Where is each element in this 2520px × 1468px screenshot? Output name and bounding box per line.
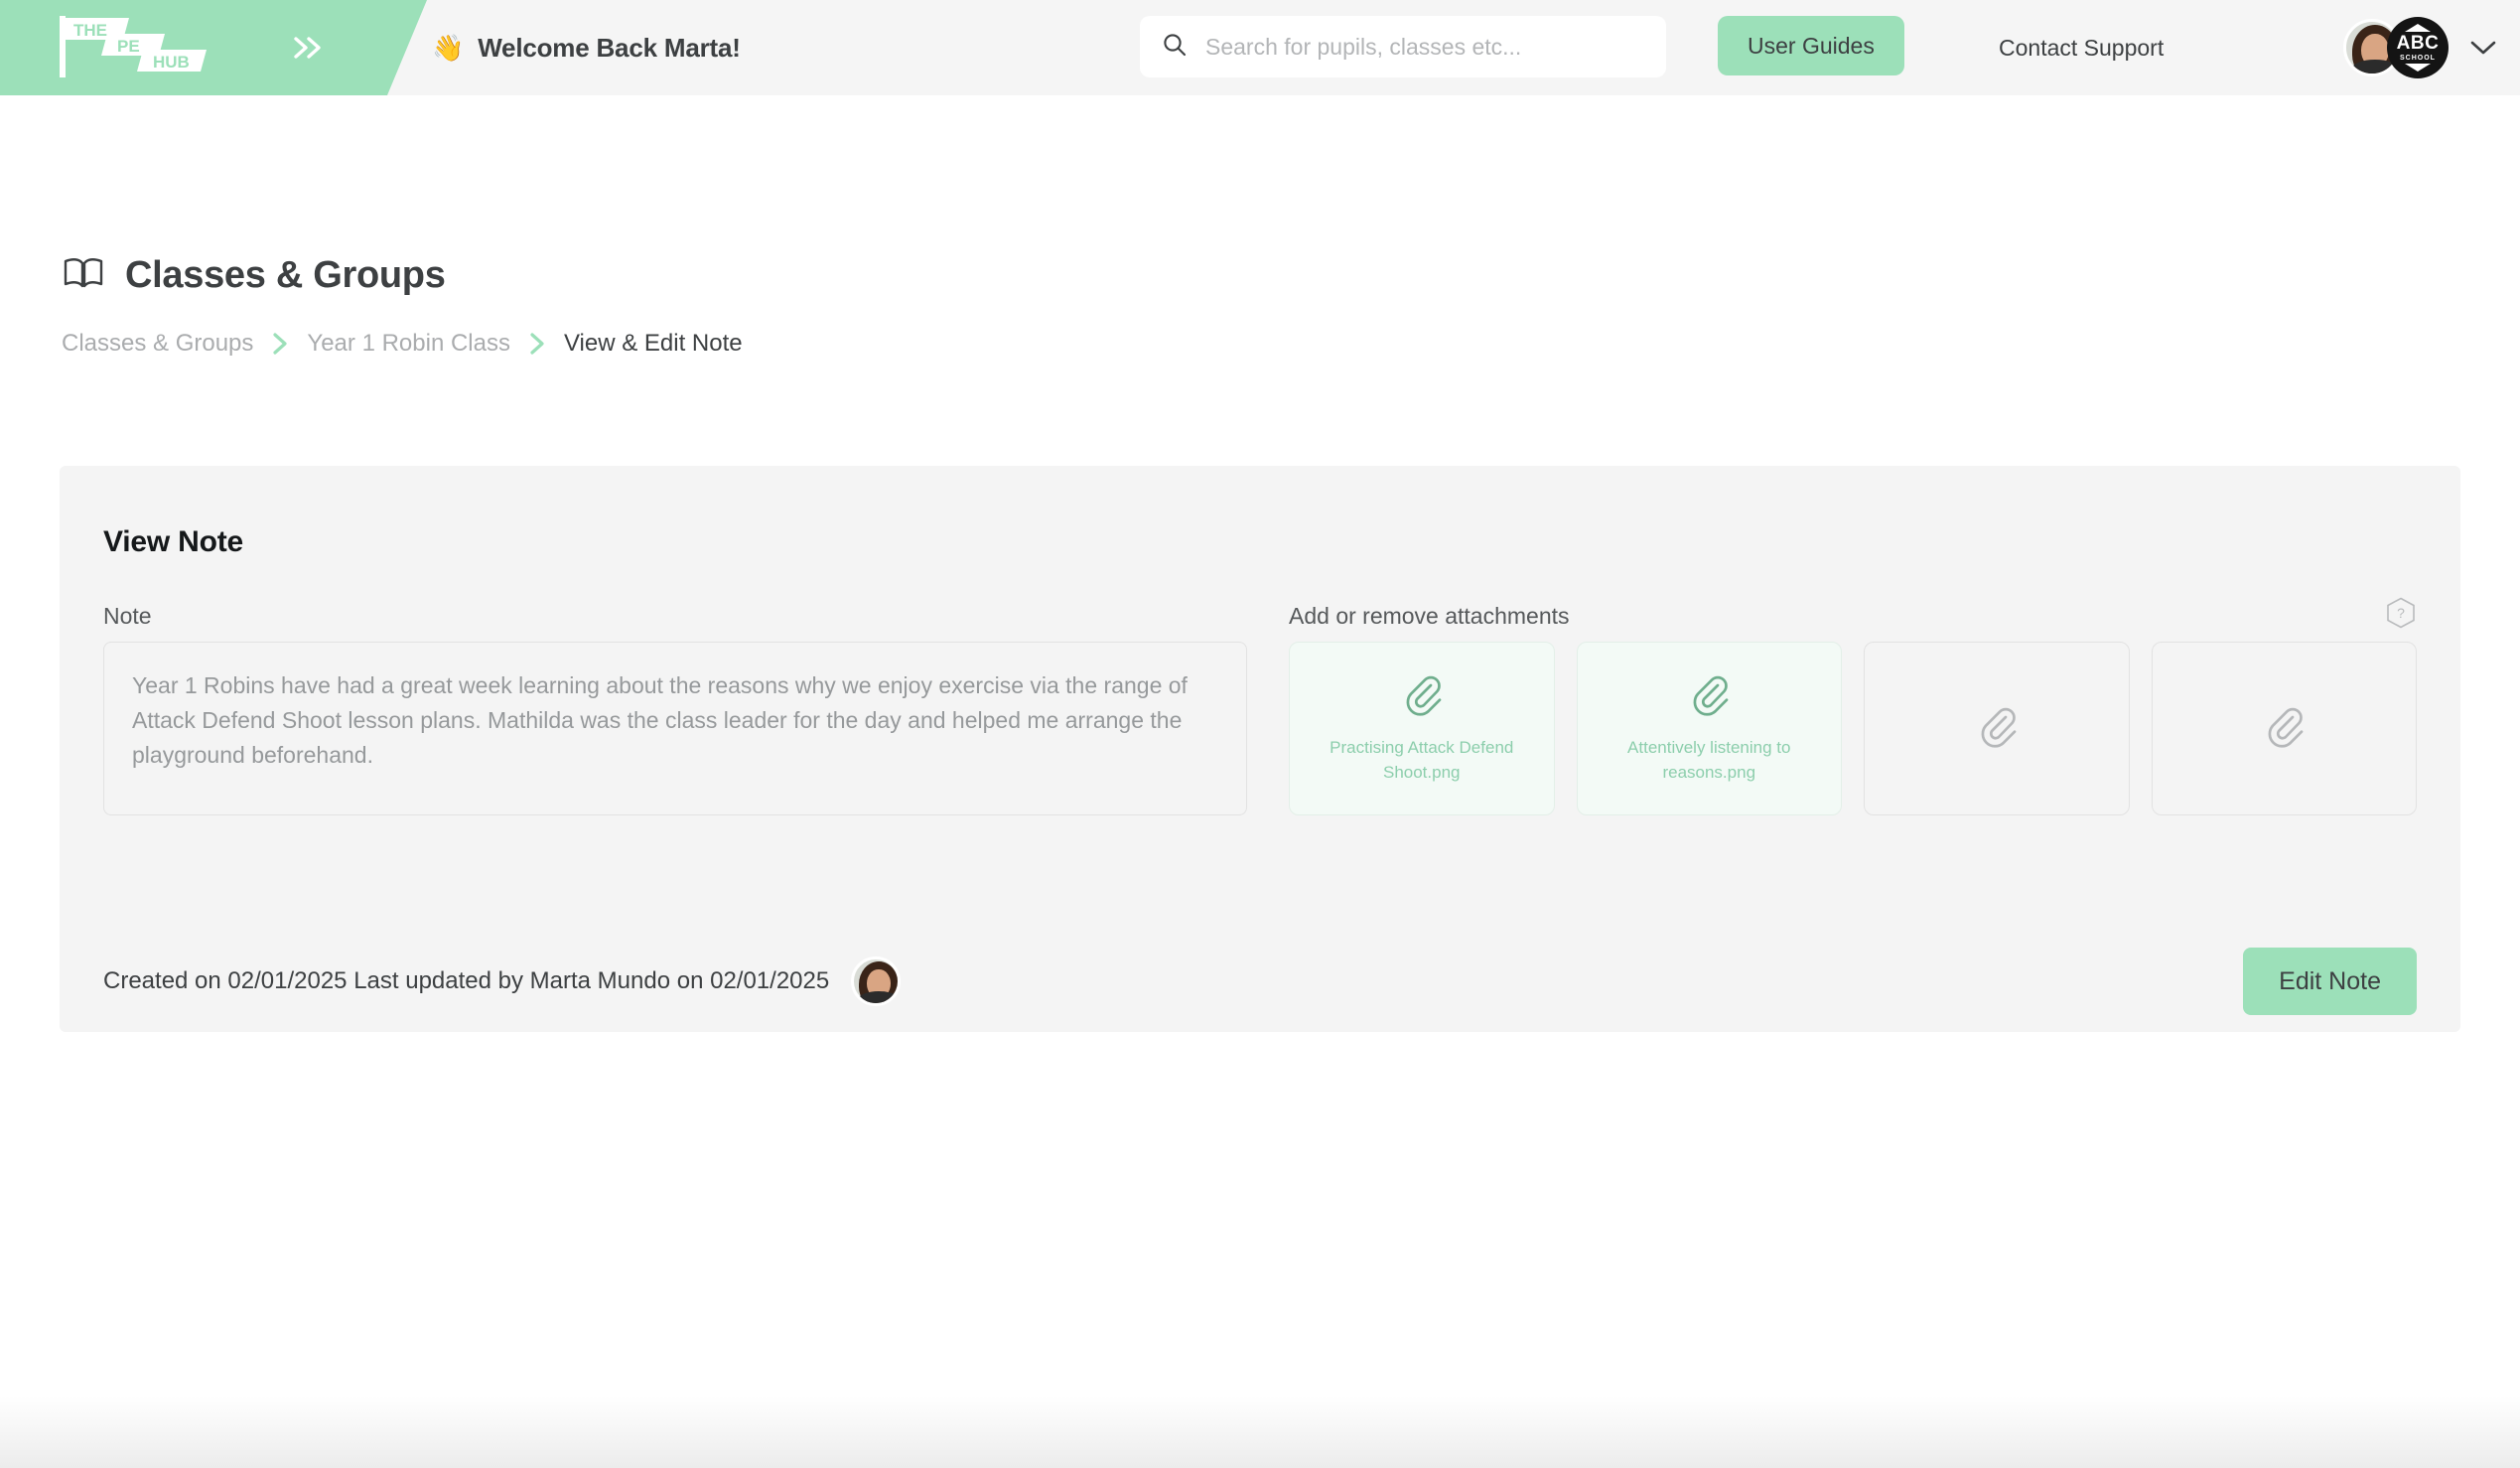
contact-support-link[interactable]: Contact Support (1999, 0, 2164, 95)
view-note-card: View Note Note Year 1 Robins have had a … (60, 466, 2460, 1032)
top-header: THE PE HUB 👋 Welcome Back Marta! Us (0, 0, 2520, 95)
svg-text:?: ? (2397, 605, 2405, 621)
double-chevron-right-icon[interactable] (283, 26, 333, 70)
search-icon (1162, 32, 1188, 63)
search-bar[interactable] (1140, 16, 1666, 77)
edit-note-button[interactable]: Edit Note (2243, 948, 2417, 1015)
school-badge-abc: ABC (2396, 33, 2440, 54)
paperclip-icon (1975, 704, 2019, 753)
note-text-display[interactable]: Year 1 Robins have had a great week lear… (103, 642, 1247, 815)
avatar (851, 956, 902, 1006)
svg-text:HUB: HUB (153, 53, 190, 72)
attachment-tile[interactable]: Attentively listening to reasons.png (1576, 642, 1842, 815)
paperclip-icon (1400, 672, 1444, 721)
page-title-text: Classes & Groups (125, 254, 446, 296)
welcome-text: Welcome Back Marta! (478, 32, 741, 63)
chevron-right-icon (526, 331, 548, 357)
waving-hand-icon: 👋 (432, 32, 465, 63)
user-guides-button[interactable]: User Guides (1718, 16, 1904, 75)
chevron-down-icon[interactable] (2468, 38, 2498, 58)
svg-text:PE: PE (117, 37, 140, 56)
card-footer: Created on 02/01/2025 Last updated by Ma… (103, 941, 2417, 1022)
breadcrumb-item-year-1-robin-class[interactable]: Year 1 Robin Class (307, 330, 510, 358)
page-title: Classes & Groups (62, 254, 446, 297)
paperclip-icon (1687, 672, 1731, 721)
attachment-slot-empty[interactable] (2151, 642, 2417, 815)
school-badge-school: SCHOOL (2400, 55, 2436, 62)
bottom-shadow (0, 1396, 2520, 1468)
attachment-name: Attentively listening to reasons.png (1627, 737, 1791, 783)
breadcrumb-item-classes-groups[interactable]: Classes & Groups (62, 330, 253, 358)
open-book-icon (62, 255, 105, 296)
attachment-tile[interactable]: Practising Attack Defend Shoot.png (1289, 642, 1555, 815)
attachment-name: Practising Attack Defend Shoot.png (1330, 737, 1514, 783)
note-field-label: Note (103, 603, 152, 629)
breadcrumb: Classes & Groups Year 1 Robin Class View… (62, 330, 743, 358)
svg-text:THE: THE (73, 21, 107, 40)
attachment-slot-empty[interactable] (1864, 642, 2130, 815)
welcome-message: 👋 Welcome Back Marta! (432, 0, 741, 95)
note-metadata: Created on 02/01/2025 Last updated by Ma… (103, 956, 902, 1006)
logo-panel: THE PE HUB (0, 0, 427, 95)
search-input[interactable] (1205, 33, 1644, 61)
attachments-label: Add or remove attachments (1289, 603, 1570, 629)
breadcrumb-item-view-edit-note: View & Edit Note (563, 330, 743, 357)
account-menu[interactable]: ABC SCHOOL (2343, 0, 2498, 95)
card-title: View Note (103, 525, 244, 558)
help-question-hexagon-icon[interactable]: ? (2386, 597, 2416, 629)
chevron-right-icon (269, 331, 291, 357)
attachments-grid: Practising Attack Defend Shoot.png Atten… (1289, 642, 2417, 815)
note-metadata-text: Created on 02/01/2025 Last updated by Ma… (103, 967, 830, 994)
pe-hub-flag-logo[interactable]: THE PE HUB (58, 14, 216, 79)
abc-school-badge-icon[interactable]: ABC SCHOOL (2387, 17, 2449, 78)
paperclip-icon (2262, 704, 2306, 753)
